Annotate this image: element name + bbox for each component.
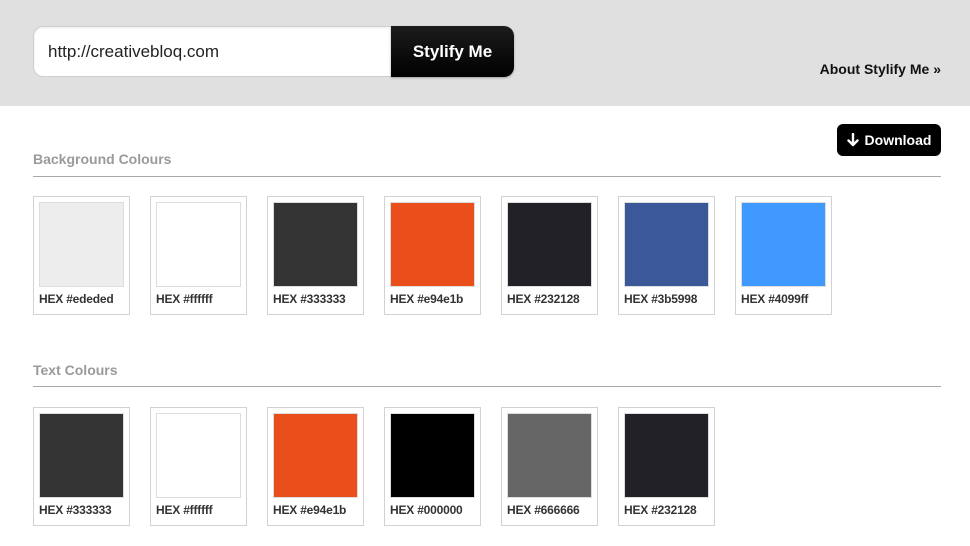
swatch-color [273,413,358,498]
swatch-color [624,413,709,498]
swatch-color [156,413,241,498]
stylify-me-button[interactable]: Stylify Me [391,26,514,77]
swatch-color [156,202,241,287]
swatch-label: HEX #000000 [390,503,463,517]
swatch-card[interactable]: HEX #666666 [501,407,598,526]
swatch-color [741,202,826,287]
swatch-color [39,413,124,498]
swatch-card[interactable]: HEX #000000 [384,407,481,526]
swatch-card[interactable]: HEX #232128 [501,196,598,315]
swatch-label: HEX #666666 [507,503,580,517]
swatch-card[interactable]: HEX #ffffff [150,196,247,315]
swatch-color [390,202,475,287]
swatch-label: HEX #3b5998 [624,292,698,306]
swatch-label: HEX #e94e1b [390,292,464,306]
text-swatch-list: HEX #333333 HEX #ffffff HEX #e94e1b HEX #00… [33,407,715,526]
swatch-label: HEX #4099ff [741,292,809,306]
swatch-label: HEX #232128 [624,503,697,517]
swatch-label: HEX #333333 [273,292,346,306]
background-swatch-list: HEX #ededed HEX #ffffff HEX #333333 HEX #e9… [33,196,832,315]
swatch-card[interactable]: HEX #333333 [33,407,130,526]
swatch-card[interactable]: HEX #e94e1b [384,196,481,315]
swatch-label: HEX #ffffff [156,503,213,517]
swatch-label: HEX #ededed [39,292,114,306]
swatch-card[interactable]: HEX #ffffff [150,407,247,526]
url-input[interactable] [33,26,391,77]
swatch-color [39,202,124,287]
text-colours-heading: Text Colours [33,362,118,378]
swatch-card[interactable]: HEX #333333 [267,196,364,315]
download-label: Download [864,132,932,148]
swatch-color [507,202,592,287]
swatch-card[interactable]: HEX #4099ff [735,196,832,315]
download-button[interactable]: Download [837,124,941,156]
swatch-color [624,202,709,287]
swatch-card[interactable]: HEX #3b5998 [618,196,715,315]
swatch-color [273,202,358,287]
background-colours-heading: Background Colours [33,151,172,167]
swatch-label: HEX #e94e1b [273,503,347,517]
header-bar: Stylify Me About Stylify Me » [0,0,970,106]
swatch-color [507,413,592,498]
text-divider [33,386,941,387]
swatch-card[interactable]: HEX #ededed [33,196,130,315]
swatch-label: HEX #333333 [39,503,112,517]
about-stylify-link[interactable]: About Stylify Me » [820,61,941,77]
swatch-card[interactable]: HEX #232128 [618,407,715,526]
swatch-card[interactable]: HEX #e94e1b [267,407,364,526]
background-divider [33,176,941,177]
url-form: Stylify Me [33,26,514,77]
swatch-color [390,413,475,498]
arrow-down-icon [846,132,859,147]
swatch-label: HEX #232128 [507,292,580,306]
swatch-label: HEX #ffffff [156,292,213,306]
